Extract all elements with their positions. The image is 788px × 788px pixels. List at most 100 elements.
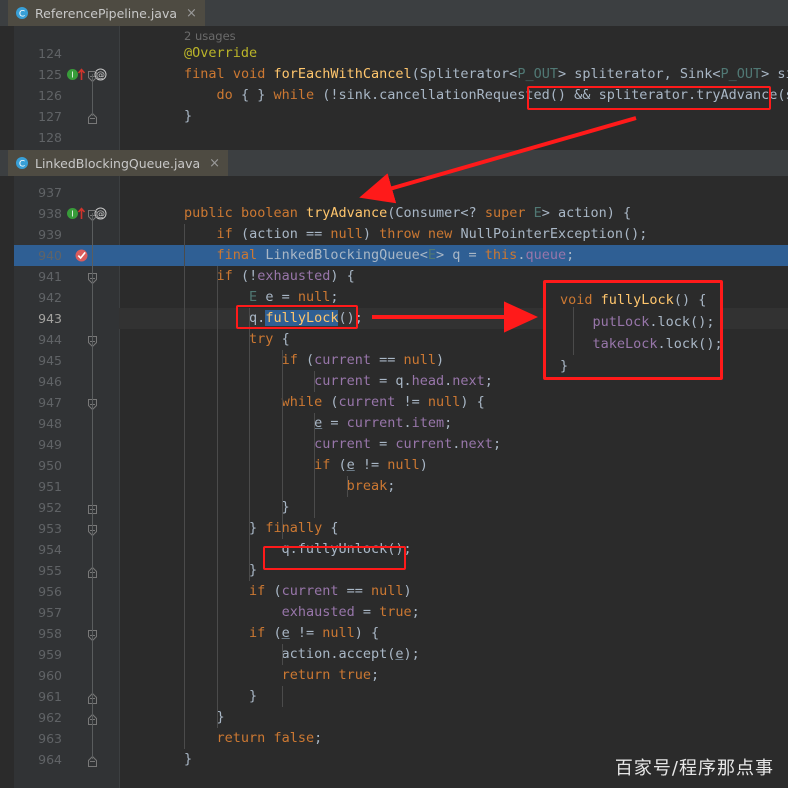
code-text: return true;	[119, 665, 380, 686]
code-line[interactable]: 940 final LinkedBlockingQueue<E> q = thi…	[0, 245, 788, 266]
code-token: false	[273, 730, 315, 746]
code-line[interactable]: 952 }	[0, 497, 788, 518]
code-token: }	[119, 688, 258, 704]
code-token: current	[314, 352, 371, 368]
code-token: next	[460, 436, 493, 452]
code-line[interactable]: 951 break;	[0, 476, 788, 497]
line-number: 956	[38, 584, 62, 599]
line-number: 950	[38, 458, 62, 473]
line-number: 951	[38, 479, 62, 494]
code-line[interactable]: 955 }	[0, 560, 788, 581]
code-line[interactable]: 128	[0, 127, 788, 148]
code-text: if (e != null)	[119, 455, 428, 476]
code-text: } finally {	[119, 518, 338, 539]
code-token: exhausted	[281, 604, 355, 620]
editor-pane-linkedblockingqueue[interactable]: 937 938 I @ public boolean tryAdvance(Consu…	[0, 176, 788, 788]
code-line[interactable]: 960 return true;	[0, 665, 788, 686]
line-number: 938	[38, 206, 62, 221]
code-token: putLock	[592, 314, 650, 330]
line-number: 962	[38, 710, 62, 725]
code-line[interactable]: 953 } finally {	[0, 518, 788, 539]
code-token: super	[484, 205, 526, 221]
code-token: !=	[395, 394, 428, 410]
code-token: ();	[338, 310, 363, 326]
indent-guide	[314, 371, 315, 392]
line-number: 128	[38, 130, 62, 145]
code-line[interactable]: 125 I @ final void forEachWithCancel(Split…	[0, 64, 788, 85]
code-line[interactable]: 959 action.accept(e);	[0, 644, 788, 665]
code-token: ;	[387, 478, 396, 494]
code-line[interactable]: 947 while (current != null) {	[0, 392, 788, 413]
line-number: 942	[38, 290, 62, 305]
code-text: final LinkedBlockingQueue<E> q = this.qu…	[119, 245, 575, 266]
code-token: .	[403, 415, 412, 431]
code-line[interactable]: 939 if (action == null) throw new NullPo…	[0, 224, 788, 245]
code-line[interactable]: 127 }	[0, 106, 788, 127]
code-line[interactable]: 958 if (e != null) {	[0, 623, 788, 644]
code-token: ;	[371, 667, 380, 683]
code-line[interactable]: 961 }	[0, 686, 788, 707]
line-number: 957	[38, 605, 62, 620]
code-token: current	[281, 583, 339, 599]
tab-linkedblockingqueue[interactable]: C LinkedBlockingQueue.java ×	[8, 150, 229, 176]
line-number: 939	[38, 227, 62, 242]
line-number: 960	[38, 668, 62, 683]
code-token: E	[249, 289, 258, 305]
code-token: public	[184, 205, 233, 221]
code-text: current = current.next;	[119, 434, 501, 455]
code-token: current	[346, 415, 404, 431]
code-line[interactable]: 124 @Override	[0, 43, 788, 64]
code-line[interactable]: 948 e = current.item;	[0, 413, 788, 434]
code-token: = q.	[370, 373, 412, 389]
indent-guide	[281, 644, 283, 665]
code-token: > spliterator, Sink<	[557, 66, 721, 82]
code-token: null	[403, 352, 437, 368]
breakpoint-verified-icon[interactable]	[75, 245, 88, 266]
close-icon[interactable]: ×	[186, 7, 197, 20]
code-token: if	[216, 226, 233, 242]
code-token: (	[265, 583, 282, 599]
code-line[interactable]: 938 I @ public boolean tryAdvance(Consumer…	[0, 203, 788, 224]
tab-referencepipeline[interactable]: C ReferencePipeline.java ×	[8, 0, 205, 26]
code-line[interactable]: 963 return false;	[0, 728, 788, 749]
code-token: }	[119, 108, 193, 124]
line-number: 961	[38, 689, 62, 704]
code-text: if (action == null) throw new NullPointe…	[119, 224, 648, 245]
code-line[interactable]: 937	[0, 182, 788, 203]
editor-pane-referencepipeline[interactable]: 2 usages 124 @Override 125 I @ final void fo…	[0, 26, 788, 150]
java-class-icon: C	[15, 156, 29, 170]
code-token: P_OUT	[720, 66, 762, 82]
code-line[interactable]: 950 if (e != null)	[0, 455, 788, 476]
code-token: new	[427, 226, 453, 242]
indent-guide	[281, 350, 283, 539]
code-line[interactable]: 957 exhausted = true;	[0, 602, 788, 623]
code-token: )	[419, 457, 428, 473]
code-token: true	[338, 667, 371, 683]
code-token: ) {	[460, 394, 485, 410]
code-token: )	[403, 583, 412, 599]
code-line[interactable]: 954 q.fullyUnlock();	[0, 539, 788, 560]
close-icon[interactable]: ×	[209, 157, 220, 170]
code-line[interactable]: 962 }	[0, 707, 788, 728]
callout-fullylock-definition: void fullyLock() { putLock.lock(); takeL…	[543, 280, 723, 380]
code-line[interactable]: 126 do { } while (!sink.cancellationRequ…	[0, 85, 788, 106]
indent-guide	[281, 686, 283, 707]
code-line[interactable]: 949 current = current.next;	[0, 434, 788, 455]
code-token: P_OUT	[517, 66, 558, 82]
code-line[interactable]: 956 if (current == null)	[0, 581, 788, 602]
code-token: E	[427, 247, 437, 263]
code-token: takeLock	[592, 336, 658, 352]
line-number: 958	[38, 626, 62, 641]
code-text: try {	[119, 329, 290, 350]
code-token: current	[314, 436, 371, 452]
code-token: @Override	[184, 45, 258, 61]
code-token: ) {	[354, 625, 380, 641]
